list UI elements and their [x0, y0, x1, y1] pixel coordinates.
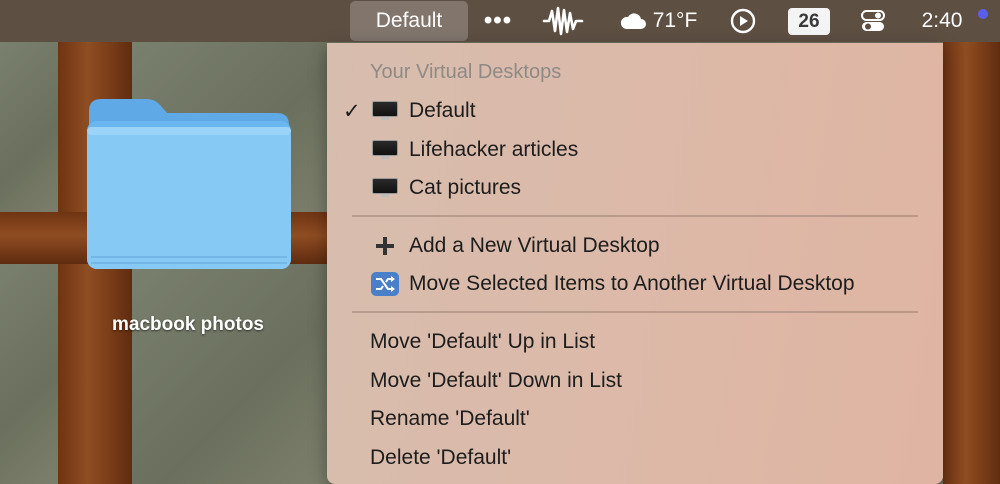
menu-item-add-desktop[interactable]: Add a New Virtual Desktop — [327, 227, 943, 265]
virtual-desktop-menu-button[interactable]: Default — [350, 1, 468, 41]
checkmark-icon: ✓ — [343, 99, 361, 123]
menu-item-desktop-lifehacker[interactable]: Lifehacker articles — [327, 131, 943, 169]
active-desktop-label: Default — [375, 9, 443, 32]
play-icon[interactable] — [726, 0, 760, 42]
menu-item-move-selected[interactable]: Move Selected Items to Another Virtual D… — [327, 265, 943, 303]
notification-dot-icon — [978, 9, 988, 19]
menu-item-label: Lifehacker articles — [409, 138, 579, 161]
folder-label[interactable]: macbook photos — [90, 314, 286, 336]
menu-bar-clock[interactable]: 2:40 — [912, 0, 972, 42]
menu-section-header: Your Virtual Desktops — [370, 61, 562, 83]
menu-item-desktop-default[interactable]: ✓ Default — [327, 92, 943, 130]
menu-separator — [352, 311, 918, 313]
calendar-date-badge[interactable]: 26 — [788, 8, 830, 35]
audio-wave-icon[interactable] — [540, 0, 586, 42]
menu-item-label: Rename 'Default' — [370, 407, 530, 430]
control-center-icon[interactable] — [856, 0, 890, 42]
menu-item-rename[interactable]: Rename 'Default' — [327, 400, 943, 438]
menu-item-move-down[interactable]: Move 'Default' Down in List — [327, 362, 943, 400]
monitor-icon — [370, 99, 400, 123]
menu-item-label: Delete 'Default' — [370, 446, 512, 469]
menu-item-label: Default — [409, 99, 476, 122]
weather-status[interactable]: 71°F — [612, 0, 704, 42]
menu-item-move-up[interactable]: Move 'Default' Up in List — [327, 323, 943, 361]
menu-separator — [352, 215, 918, 217]
monitor-icon — [370, 176, 400, 200]
shuffle-icon — [370, 272, 400, 296]
menu-item-desktop-cat-pictures[interactable]: Cat pictures — [327, 169, 943, 207]
menu-item-label: Move 'Default' Down in List — [370, 369, 622, 392]
menu-item-label: Move Selected Items to Another Virtual D… — [409, 272, 855, 295]
menu-item-label: Add a New Virtual Desktop — [409, 234, 660, 257]
more-menu-icon[interactable]: ••• — [478, 0, 518, 42]
menu-bar: Default ••• 71°F 26 2:40 — [0, 0, 1000, 42]
virtual-desktops-menu: Your Virtual Desktops ✓ Default Lifehack… — [327, 43, 943, 484]
monitor-icon — [370, 138, 400, 162]
plus-icon — [370, 234, 400, 258]
menu-item-label: Move 'Default' Up in List — [370, 330, 596, 353]
weather-temp: 71°F — [652, 9, 698, 32]
menu-item-label: Cat pictures — [409, 176, 522, 199]
cloud-icon — [620, 13, 646, 29]
menu-item-delete[interactable]: Delete 'Default' — [327, 439, 943, 477]
folder-icon[interactable] — [85, 97, 293, 272]
